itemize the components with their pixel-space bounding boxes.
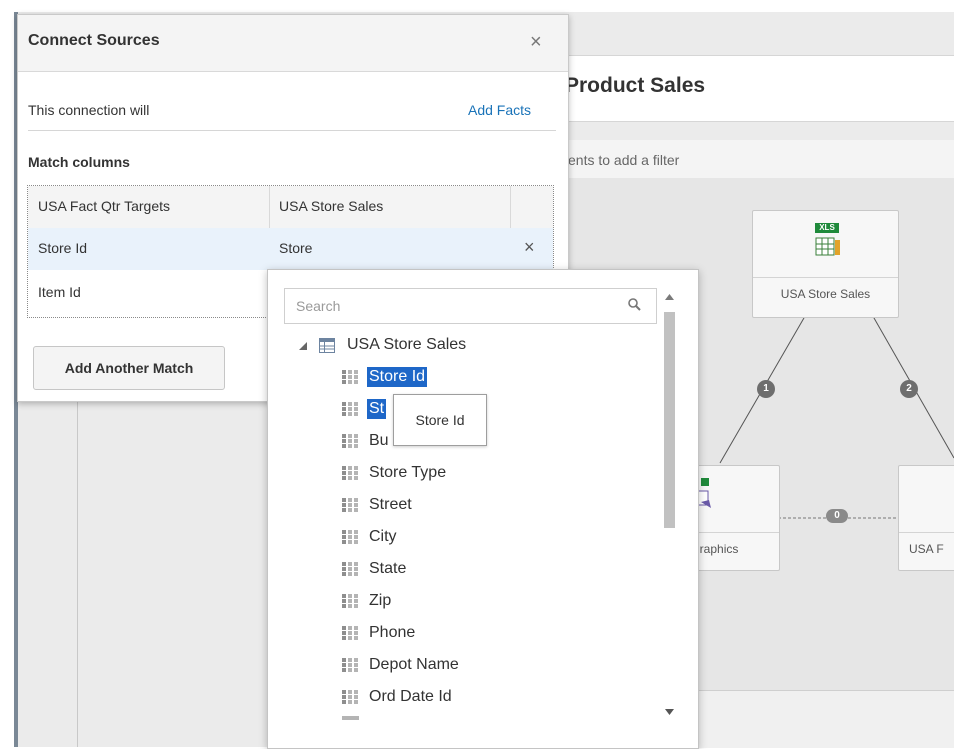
search-placeholder: Search — [296, 298, 341, 314]
left-column-value[interactable]: Item Id — [38, 284, 81, 300]
column-icon — [342, 466, 358, 480]
column-item-label: Street — [369, 496, 412, 513]
column-header: USA Store Sales — [279, 198, 384, 214]
right-column-value[interactable]: Store — [279, 240, 312, 256]
column-icon — [342, 370, 358, 384]
join-badge[interactable]: 2 — [900, 380, 918, 398]
column-tooltip: Store Id — [393, 394, 487, 446]
xls-badge: XLS — [815, 223, 839, 233]
connection-description: This connection will — [28, 102, 150, 118]
column-item-label: Phone — [369, 624, 416, 641]
scroll-down-icon[interactable] — [664, 708, 675, 716]
column-icon — [342, 716, 359, 720]
column-icon — [342, 658, 358, 672]
collapse-triangle-icon[interactable] — [298, 341, 308, 351]
column-icon — [342, 402, 358, 416]
column-icon — [342, 690, 358, 704]
search-input[interactable]: Search — [284, 288, 657, 324]
remove-match-icon[interactable]: × — [524, 237, 535, 258]
column-item-label: Depot Name — [369, 656, 459, 673]
column-item-label: Bu — [369, 432, 389, 449]
close-icon[interactable]: × — [530, 31, 542, 54]
add-another-match-button[interactable]: Add Another Match — [33, 346, 225, 390]
scrollbar-thumb[interactable] — [664, 312, 675, 528]
join-badge[interactable]: 0 — [826, 509, 848, 523]
column-item-label: Ord Date Id — [369, 688, 452, 705]
column-header: USA Fact Qtr Targets — [38, 198, 171, 214]
page-title: Product Sales — [565, 74, 706, 97]
dialog-title: Connect Sources — [28, 32, 160, 49]
node-label: USA F — [909, 542, 944, 556]
node-header: XLS — [753, 211, 898, 278]
divider — [28, 130, 556, 131]
scroll-up-icon[interactable] — [664, 293, 675, 301]
match-columns-label: Match columns — [28, 154, 130, 170]
xls-badge — [701, 478, 709, 486]
canvas-divider — [77, 400, 78, 747]
table-row[interactable]: Store Id Store × — [28, 228, 553, 270]
column-icon — [342, 434, 358, 448]
column-item-label: Store Type — [369, 464, 447, 481]
column-item-label: State — [369, 560, 407, 577]
column-icon — [342, 594, 358, 608]
column-item-label: Zip — [369, 592, 392, 609]
search-icon[interactable] — [625, 295, 645, 315]
column-icon — [342, 530, 358, 544]
source-node-usa-store-sales[interactable]: XLS USA Store Sales — [752, 210, 899, 318]
column-item-label: Store Id — [367, 367, 428, 387]
add-facts-link[interactable]: Add Facts — [468, 102, 531, 118]
left-column-value[interactable]: Store Id — [38, 240, 87, 256]
column-separator — [269, 186, 270, 228]
column-icon — [342, 498, 358, 512]
table-icon — [319, 338, 335, 353]
spreadsheet-icon — [815, 237, 840, 256]
node-header — [899, 466, 954, 533]
scrollbar[interactable] — [661, 288, 678, 726]
tree-root-label: USA Store Sales — [347, 336, 467, 353]
column-separator — [510, 186, 511, 228]
column-picker-dropdown: Search USA Store Sales Store Id St Bu Store… — [267, 269, 699, 749]
node-label: USA Store Sales — [780, 287, 871, 301]
join-badge[interactable]: 1 — [757, 380, 775, 398]
filter-hint: ents to add a filter — [568, 152, 680, 168]
column-item-label: City — [369, 528, 397, 545]
column-icon — [342, 626, 358, 640]
table-header-row: USA Fact Qtr Targets USA Store Sales — [28, 186, 553, 229]
source-node-usa-fact[interactable]: USA F — [898, 465, 954, 571]
column-icon — [342, 562, 358, 576]
column-item-label: St — [367, 399, 387, 419]
